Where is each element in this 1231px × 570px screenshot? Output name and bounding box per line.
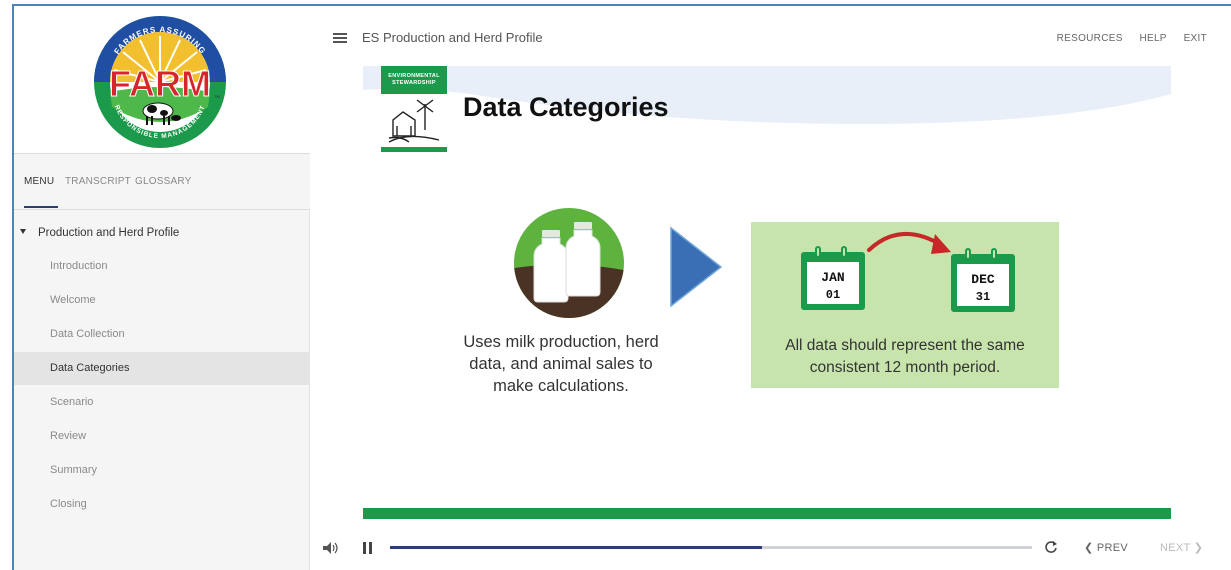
top-links: RESOURCES HELP EXIT xyxy=(1043,33,1207,44)
calendar-start-day: 01 xyxy=(825,288,841,302)
sidebar-item-label: Data Categories xyxy=(50,362,130,374)
date-range-panel: JAN 01 DEC 31 All data should represent … xyxy=(751,222,1059,388)
sidebar-tabs: MENU TRANSCRIPT GLOSSARY xyxy=(14,154,310,210)
chevron-right-icon: ❯ xyxy=(1193,542,1204,554)
sidebar-item-data-categories[interactable]: Data Categories xyxy=(14,352,310,385)
calendar-ring xyxy=(841,246,847,258)
active-tab-indicator xyxy=(24,206,58,208)
sidebar-item-summary[interactable]: Summary xyxy=(14,454,310,487)
calendar-face: JAN 01 xyxy=(807,262,859,304)
sidebar: FARMERS ASSURING FARM TM RESPONSIBLE MAN… xyxy=(14,6,310,570)
calendar-start-icon: JAN 01 xyxy=(801,246,865,310)
player-controls: ❮ PREV NEXT ❯ xyxy=(311,528,1231,570)
sidebar-item-label: Scenario xyxy=(50,396,94,408)
badge-bottom-bar xyxy=(381,147,447,152)
slide-footer-bar xyxy=(363,508,1171,519)
exit-link[interactable]: EXIT xyxy=(1184,33,1207,44)
calendar-start-month: JAN xyxy=(821,270,845,285)
sidebar-item-label: Review xyxy=(50,430,87,442)
resources-link[interactable]: RESOURCES xyxy=(1057,33,1123,44)
prev-label: PREV xyxy=(1096,542,1129,554)
menu-section-label: Production and Herd Profile xyxy=(38,227,180,239)
farm-logo: FARMERS ASSURING FARM TM RESPONSIBLE MAN… xyxy=(94,16,226,148)
calendar-ring xyxy=(815,246,821,258)
play-arrow-icon xyxy=(670,226,723,308)
tab-transcript[interactable]: TRANSCRIPT xyxy=(65,176,131,187)
barn-windmill-icon xyxy=(388,99,440,143)
sidebar-item-label: Data Collection xyxy=(50,328,125,340)
sidebar-item-review[interactable]: Review xyxy=(14,420,310,453)
logo-brand-text: FARM xyxy=(109,63,211,104)
sidebar-item-label: Welcome xyxy=(50,294,96,306)
slide-title: Data Categories xyxy=(463,92,669,122)
sidebar-item-label: Introduction xyxy=(50,260,108,272)
menu-section-production[interactable]: Production and Herd Profile xyxy=(14,218,310,248)
replay-icon[interactable] xyxy=(1044,540,1058,554)
environmental-stewardship-badge: ENVIRONMENTAL STEWARDSHIP xyxy=(381,66,447,152)
sidebar-item-welcome[interactable]: Welcome xyxy=(14,284,310,317)
caret-down-icon xyxy=(20,229,26,234)
seek-bar-progress xyxy=(390,546,763,549)
sidebar-item-closing[interactable]: Closing xyxy=(14,488,310,521)
sidebar-item-introduction[interactable]: Introduction xyxy=(14,250,310,283)
tab-glossary[interactable]: GLOSSARY xyxy=(135,176,191,187)
sidebar-item-label: Closing xyxy=(50,498,87,510)
sidebar-item-data-collection[interactable]: Data Collection xyxy=(14,318,310,351)
seek-bar[interactable] xyxy=(390,546,1032,549)
pause-icon[interactable] xyxy=(363,542,373,554)
calendar-end-icon: DEC 31 xyxy=(951,248,1015,312)
slide-content: ENVIRONMENTAL STEWARDSHIP Data Categorie… xyxy=(363,66,1171,526)
logo-tm: TM xyxy=(214,94,220,99)
sidebar-item-scenario[interactable]: Scenario xyxy=(14,386,310,419)
course-title: ES Production and Herd Profile xyxy=(362,30,543,45)
right-caption: All data should represent the same consi… xyxy=(785,337,1025,376)
prev-button[interactable]: ❮ PREV xyxy=(1084,541,1128,554)
left-caption: Uses milk production, herd data, and ani… xyxy=(463,333,659,395)
next-button[interactable]: NEXT ❯ xyxy=(1160,541,1203,554)
help-link[interactable]: HELP xyxy=(1139,33,1166,44)
calendar-ring xyxy=(965,248,971,260)
logo-area: FARMERS ASSURING FARM TM RESPONSIBLE MAN… xyxy=(14,6,310,154)
sidebar-item-label: Summary xyxy=(50,464,98,476)
volume-icon[interactable] xyxy=(323,542,339,554)
red-curved-arrow-icon xyxy=(867,232,951,254)
calendar-end-month: DEC xyxy=(971,272,995,287)
calendar-end-day: 31 xyxy=(975,290,991,304)
tab-menu[interactable]: MENU xyxy=(24,176,54,187)
top-bar: ES Production and Herd Profile RESOURCES… xyxy=(311,6,1231,62)
chevron-left-icon: ❮ xyxy=(1084,542,1094,554)
milk-bottles-icon xyxy=(514,208,624,318)
calendar-face: DEC 31 xyxy=(957,264,1009,306)
badge-label: ENVIRONMENTAL STEWARDSHIP xyxy=(381,66,447,94)
next-label: NEXT xyxy=(1160,542,1191,554)
hamburger-menu-icon[interactable] xyxy=(333,33,347,43)
calendar-ring xyxy=(991,248,997,260)
